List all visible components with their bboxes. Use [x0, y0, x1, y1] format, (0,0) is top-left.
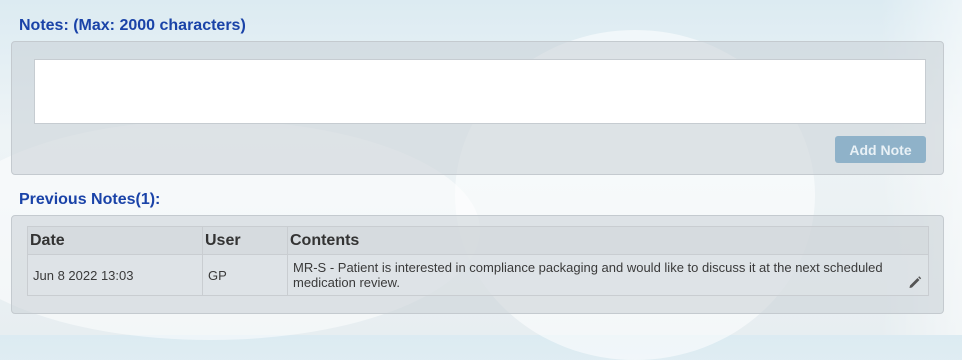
- table-header-row: Date User Contents: [27, 226, 929, 255]
- previous-notes-box: Date User Contents Jun 8 2022 13:03 GP M…: [11, 215, 944, 314]
- previous-notes-table: Date User Contents Jun 8 2022 13:03 GP M…: [27, 226, 929, 296]
- note-contents-text: MR-S - Patient is interested in complian…: [293, 260, 883, 290]
- add-note-button[interactable]: Add Note: [835, 136, 926, 163]
- column-header-contents: Contents: [287, 226, 929, 255]
- notes-textarea[interactable]: [34, 59, 926, 124]
- note-contents-cell: MR-S - Patient is interested in complian…: [287, 254, 929, 296]
- note-date-cell: Jun 8 2022 13:03: [27, 254, 203, 296]
- previous-notes-title: Previous Notes(1):: [19, 191, 161, 208]
- note-user-cell: GP: [202, 254, 288, 296]
- column-header-user: User: [202, 226, 288, 255]
- notes-input-box: Add Note: [11, 41, 944, 175]
- notes-title: Notes: (Max: 2000 characters): [19, 17, 246, 34]
- table-row: Jun 8 2022 13:03 GP MR-S - Patient is in…: [27, 254, 929, 296]
- pencil-edit-icon[interactable]: [908, 275, 922, 289]
- notes-panel: Notes: (Max: 2000 characters) Add Note P…: [0, 0, 962, 335]
- column-header-date: Date: [27, 226, 203, 255]
